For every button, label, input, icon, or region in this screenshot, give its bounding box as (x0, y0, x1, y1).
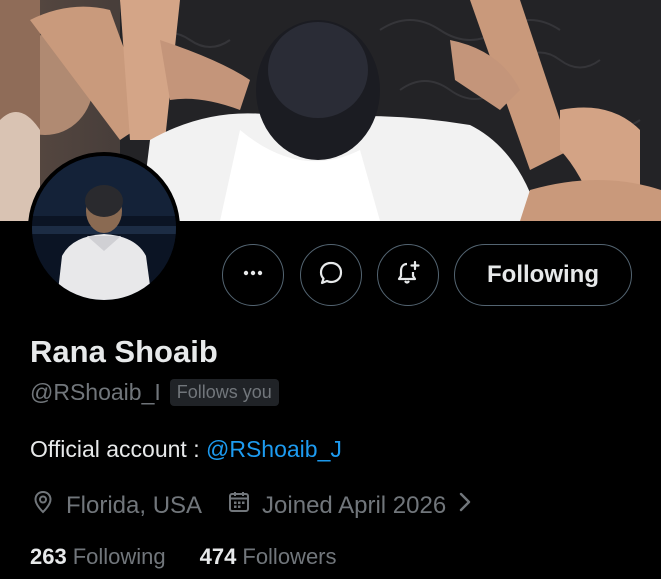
profile-bio: Official account : @RShoaib_J (30, 436, 342, 463)
more-horizontal-icon (241, 261, 265, 290)
more-button[interactable] (222, 244, 284, 306)
location-text: Florida, USA (66, 491, 203, 519)
chevron-right-icon (456, 489, 474, 522)
handle-row: @RShoaib_I Follows you (30, 379, 279, 406)
user-handle: @RShoaib_I (30, 379, 161, 405)
bio-text: Official account : (30, 436, 206, 462)
bell-plus-icon (394, 259, 422, 292)
message-bubble-icon (317, 259, 345, 292)
location-item: Florida, USA (30, 489, 202, 522)
display-name: Rana Shoaib (30, 334, 218, 369)
profile-actions: Following (0, 244, 661, 306)
followers-count: 474 (199, 544, 237, 569)
joined-item[interactable]: Joined April 2026 (226, 489, 474, 522)
followers-label: Followers (242, 544, 337, 569)
notify-button[interactable] (377, 244, 439, 306)
followers-stat[interactable]: 474 Followers (200, 544, 337, 570)
bio-mention-link[interactable]: @RShoaib_J (206, 436, 342, 462)
profile-meta: Florida, USA Joined April 2026 (30, 489, 474, 522)
following-count: 263 (30, 544, 67, 569)
message-button[interactable] (300, 244, 362, 306)
joined-text: Joined April 2026 (262, 491, 447, 519)
profile-stats: 263 Following 474 Followers (30, 544, 337, 570)
calendar-icon (226, 489, 252, 522)
following-stat[interactable]: 263 Following (30, 544, 166, 570)
location-pin-icon (30, 489, 56, 522)
follows-you-badge: Follows you (169, 379, 279, 406)
following-label: Following (72, 544, 166, 569)
following-button[interactable]: Following (454, 244, 632, 306)
